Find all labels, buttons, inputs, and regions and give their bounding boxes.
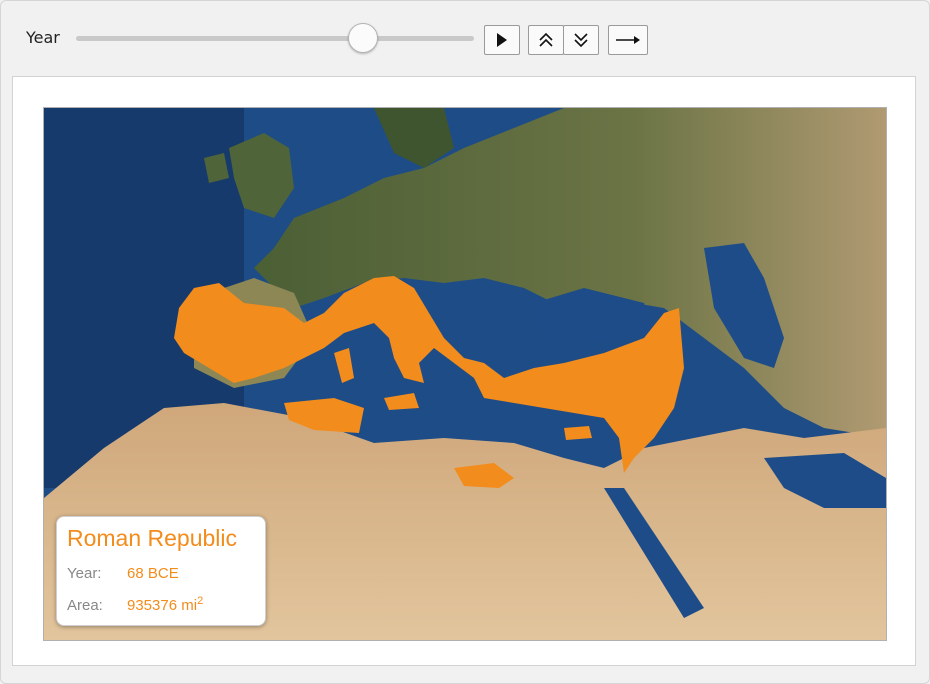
area-exponent: 2 [197, 595, 204, 607]
info-title: Roman Republic [67, 525, 238, 551]
double-chevron-down-icon [574, 33, 588, 48]
info-area-row: Area: 935376 mi2 [67, 595, 203, 614]
area-value: 935376 mi2 [127, 595, 204, 614]
info-year-row: Year: 68 BCE [67, 565, 179, 582]
year-slider-thumb[interactable] [347, 23, 378, 53]
faster-button[interactable] [528, 25, 564, 55]
year-value: 68 BCE [127, 565, 179, 582]
slower-button[interactable] [563, 25, 599, 55]
year-label: Year: [67, 565, 102, 582]
direction-button[interactable] [608, 25, 648, 55]
crete-cyprus [564, 426, 592, 440]
arrow-right-icon [616, 36, 640, 44]
area-label: Area: [67, 597, 103, 614]
slider-label: Year [26, 28, 60, 47]
play-icon [497, 33, 507, 47]
year-slider-track[interactable] [76, 36, 474, 41]
controls-bar: Year [0, 0, 930, 76]
double-chevron-up-icon [539, 32, 553, 47]
area-number: 935376 mi [127, 597, 198, 614]
play-button[interactable] [484, 25, 520, 55]
info-card: Roman Republic Year: 68 BCE Area: 935376 m… [56, 516, 266, 626]
